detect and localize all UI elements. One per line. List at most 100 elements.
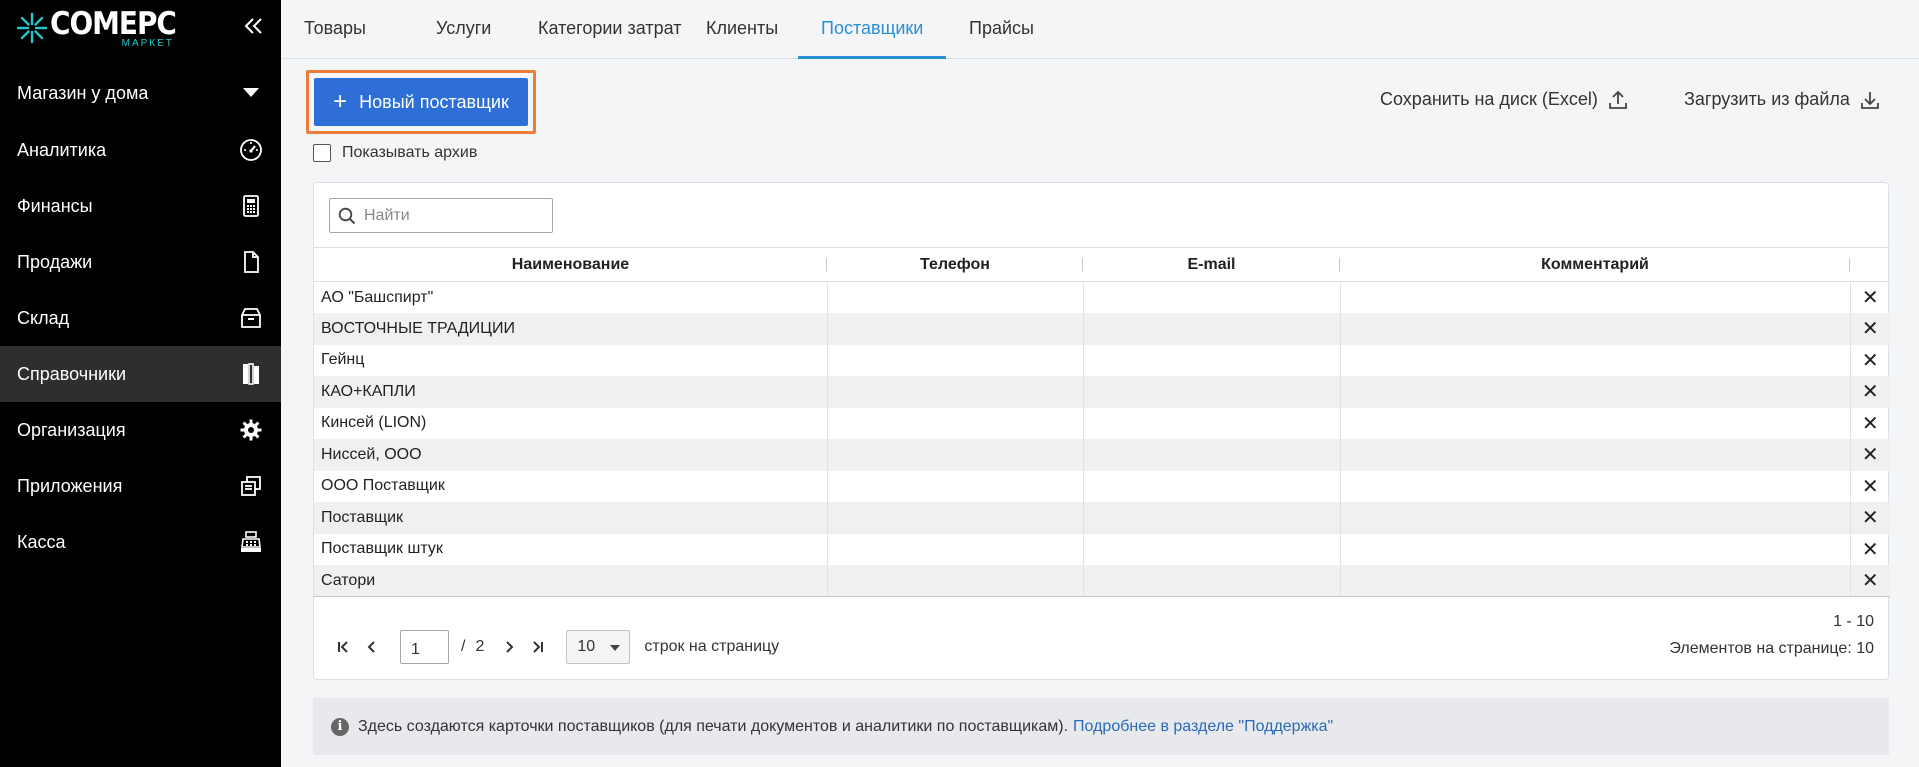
cell-comment — [1340, 533, 1851, 565]
close-icon: ✕ — [1861, 570, 1879, 592]
collapse-sidebar-button[interactable] — [240, 12, 268, 40]
cell-phone — [827, 313, 1084, 345]
next-page-button[interactable] — [496, 633, 524, 661]
delete-row-button[interactable]: ✕ — [1850, 534, 1890, 566]
table-row[interactable]: Ниссей, ООО ✕ — [314, 439, 1890, 471]
column-header-phone[interactable]: Телефон — [827, 247, 1083, 282]
sidebar-item-label: Справочники — [17, 363, 127, 384]
table-row[interactable]: КАО+КАПЛИ ✕ — [314, 376, 1890, 408]
new-supplier-button[interactable]: + Новый поставщик — [314, 78, 528, 126]
sidebar-item-label: Склад — [17, 307, 70, 328]
table-row[interactable]: Кинсей (LION) ✕ — [314, 407, 1890, 440]
tab-clients[interactable]: Клиенты — [683, 0, 801, 59]
cell-email — [1083, 439, 1341, 471]
sidebar-item-sales[interactable]: Продажи — [0, 234, 281, 290]
logo-star-icon — [16, 12, 48, 44]
table-row[interactable]: АО "Башспирт" ✕ — [314, 281, 1890, 314]
close-icon: ✕ — [1861, 444, 1879, 467]
delete-row-button[interactable]: ✕ — [1850, 408, 1890, 440]
search-icon — [338, 207, 356, 224]
table-row[interactable]: ООО Поставщик ✕ — [314, 470, 1890, 503]
info-icon: i — [331, 717, 349, 736]
save-excel-button[interactable]: Сохранить на диск (Excel) — [1380, 89, 1628, 110]
sidebar-item-analytics[interactable]: Аналитика — [0, 122, 281, 178]
page-size-value: 10 — [577, 638, 596, 655]
cell-name: Гейнц — [314, 344, 828, 376]
cell-phone — [827, 439, 1084, 471]
show-archive-label: Показывать архив — [342, 144, 478, 161]
cell-email — [1083, 313, 1341, 345]
tab-products[interactable]: Товары — [281, 0, 389, 59]
chevron-right-icon — [506, 641, 514, 653]
cell-comment — [1340, 376, 1851, 408]
table-row[interactable]: Сатори ✕ — [314, 565, 1890, 597]
cell-comment — [1340, 439, 1851, 471]
cell-name: АО "Башспирт" — [314, 281, 828, 313]
tab-expense-categories[interactable]: Категории затрат — [515, 0, 704, 59]
delete-row-button[interactable]: ✕ — [1850, 282, 1890, 314]
pagination: 1 / 2 10 строк на страницу — [329, 630, 779, 664]
tab-services[interactable]: Услуги — [413, 0, 514, 59]
cell-name: Поставщик — [314, 502, 828, 534]
cell-phone — [827, 502, 1084, 534]
caret-down-icon — [610, 645, 621, 651]
cell-phone — [827, 565, 1084, 597]
brand-logo[interactable]: COMEPC МАРКЕТ — [16, 6, 177, 56]
upload-icon — [1608, 90, 1627, 109]
shop-selector[interactable]: Магазин у дома — [0, 70, 281, 116]
delete-row-button[interactable]: ✕ — [1850, 345, 1890, 377]
table-row[interactable]: Поставщик ✕ — [314, 502, 1890, 534]
column-header-email[interactable]: E-mail — [1083, 247, 1340, 282]
column-header-comment[interactable]: Комментарий — [1340, 247, 1850, 282]
cell-phone — [827, 344, 1084, 376]
delete-row-button[interactable]: ✕ — [1850, 439, 1890, 471]
sidebar-item-apps[interactable]: Приложения — [0, 458, 281, 514]
delete-row-button[interactable]: ✕ — [1850, 471, 1890, 503]
sidebar-item-warehouse[interactable]: Склад — [0, 290, 281, 346]
load-file-button[interactable]: Загрузить из файла — [1684, 89, 1880, 110]
delete-row-button[interactable]: ✕ — [1850, 376, 1890, 408]
tab-suppliers[interactable]: Поставщики — [798, 0, 947, 59]
books-icon — [243, 363, 259, 385]
last-page-icon — [533, 641, 544, 653]
page-number-input[interactable]: 1 — [400, 630, 449, 664]
sidebar-item-organization[interactable]: Организация — [0, 402, 281, 458]
sidebar-item-finance[interactable]: Финансы — [0, 178, 281, 234]
first-page-button[interactable] — [329, 633, 357, 661]
close-icon: ✕ — [1861, 538, 1879, 561]
delete-row-button[interactable]: ✕ — [1850, 565, 1890, 597]
sidebar-item-cashbox[interactable]: Касса — [0, 514, 281, 570]
cell-name: Кинсей (LION) — [314, 407, 828, 439]
items-per-page-text: Элементов на странице: 10 — [1669, 640, 1874, 657]
prev-page-button[interactable] — [357, 633, 385, 661]
table-row[interactable]: Поставщик штук ✕ — [314, 533, 1890, 566]
sidebar-item-directories[interactable]: Справочники — [0, 346, 281, 402]
search-input[interactable] — [364, 206, 544, 225]
table-row[interactable]: ВОСТОЧНЫЕ ТРАДИЦИИ ✕ — [314, 313, 1890, 345]
delete-row-button[interactable]: ✕ — [1850, 502, 1890, 534]
new-supplier-label: Новый поставщик — [359, 91, 509, 112]
support-link[interactable]: Подробнее в разделе "Поддержка" — [1073, 718, 1333, 736]
chevron-left-icon — [367, 641, 375, 653]
cell-name: ООО Поставщик — [314, 470, 828, 502]
cell-phone — [827, 470, 1084, 502]
show-archive-checkbox[interactable] — [313, 144, 331, 162]
page-size-select[interactable]: 10 — [566, 630, 631, 664]
cell-email — [1083, 533, 1341, 565]
column-header-name[interactable]: Наименование — [314, 247, 827, 282]
cell-email — [1083, 565, 1341, 597]
delete-row-button[interactable]: ✕ — [1850, 313, 1890, 345]
last-page-button[interactable] — [524, 633, 552, 661]
cell-comment — [1340, 407, 1851, 439]
cell-name: Ниссей, ООО — [314, 439, 828, 471]
close-icon: ✕ — [1861, 287, 1879, 309]
range-indicator: 1 - 10 — [1833, 613, 1874, 630]
search-box[interactable] — [329, 198, 553, 233]
cell-comment — [1340, 281, 1851, 313]
table-row[interactable]: Гейнц ✕ — [314, 344, 1890, 377]
sidebar-item-label: Касса — [17, 531, 66, 552]
sidebar-item-label: Аналитика — [17, 139, 107, 160]
tab-price-lists[interactable]: Прайсы — [946, 0, 1057, 59]
close-icon: ✕ — [1861, 475, 1879, 498]
show-archive-toggle[interactable]: Показывать архив — [313, 144, 477, 162]
